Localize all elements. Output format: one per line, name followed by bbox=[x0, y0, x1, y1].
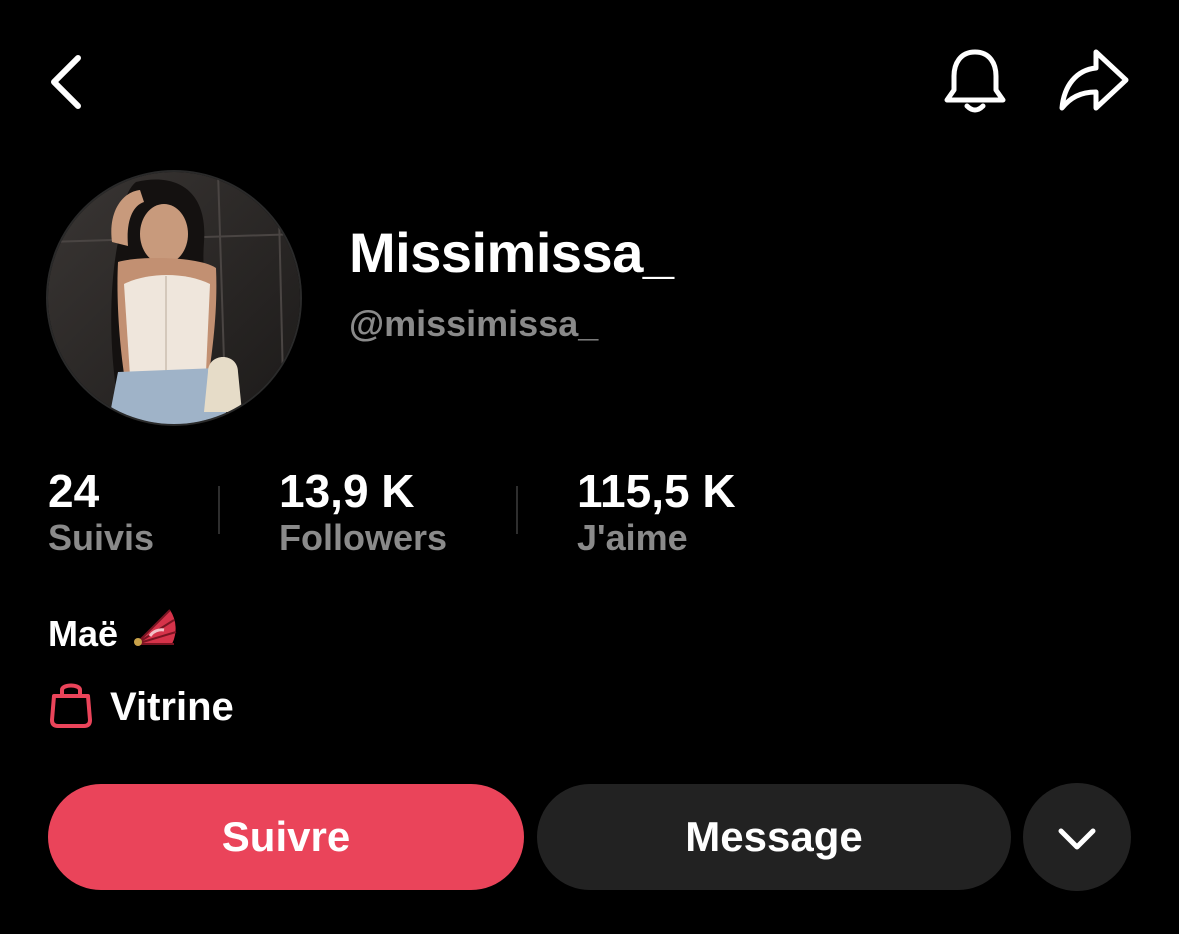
bio: Maë bbox=[48, 604, 178, 664]
following-stat[interactable]: 24 Suivis bbox=[48, 462, 154, 560]
followers-stat[interactable]: 13,9 K Followers bbox=[279, 462, 447, 560]
shopping-bag-icon bbox=[48, 680, 94, 733]
bell-icon bbox=[940, 46, 1010, 118]
likes-count: 115,5 K bbox=[577, 465, 736, 517]
storefront-label: Vitrine bbox=[110, 684, 234, 729]
username-handle: @missimissa_ bbox=[349, 303, 599, 344]
folding-fan-emoji bbox=[130, 604, 178, 664]
followers-count: 13,9 K bbox=[279, 465, 415, 517]
likes-label: J'aime bbox=[577, 517, 688, 558]
stat-divider bbox=[218, 486, 220, 534]
likes-stat[interactable]: 115,5 K J'aime bbox=[577, 462, 736, 560]
bio-name: Maë bbox=[48, 613, 119, 654]
following-count: 24 bbox=[48, 465, 100, 517]
avatar[interactable] bbox=[48, 172, 300, 424]
display-name: Missimissa_ bbox=[349, 221, 674, 284]
more-options-button[interactable] bbox=[1023, 783, 1131, 891]
storefront-link[interactable]: Vitrine bbox=[48, 680, 234, 733]
share-button[interactable] bbox=[1056, 46, 1132, 116]
followers-label: Followers bbox=[279, 517, 448, 558]
chevron-left-icon bbox=[44, 50, 92, 114]
share-arrow-icon bbox=[1056, 46, 1132, 116]
stat-divider bbox=[516, 486, 518, 534]
message-button[interactable]: Message bbox=[537, 784, 1011, 890]
back-button[interactable] bbox=[44, 50, 92, 114]
following-label: Suivis bbox=[48, 517, 155, 558]
follow-button[interactable]: Suivre bbox=[48, 784, 524, 890]
chevron-down-icon bbox=[1057, 813, 1097, 861]
notifications-button[interactable] bbox=[940, 46, 1010, 118]
